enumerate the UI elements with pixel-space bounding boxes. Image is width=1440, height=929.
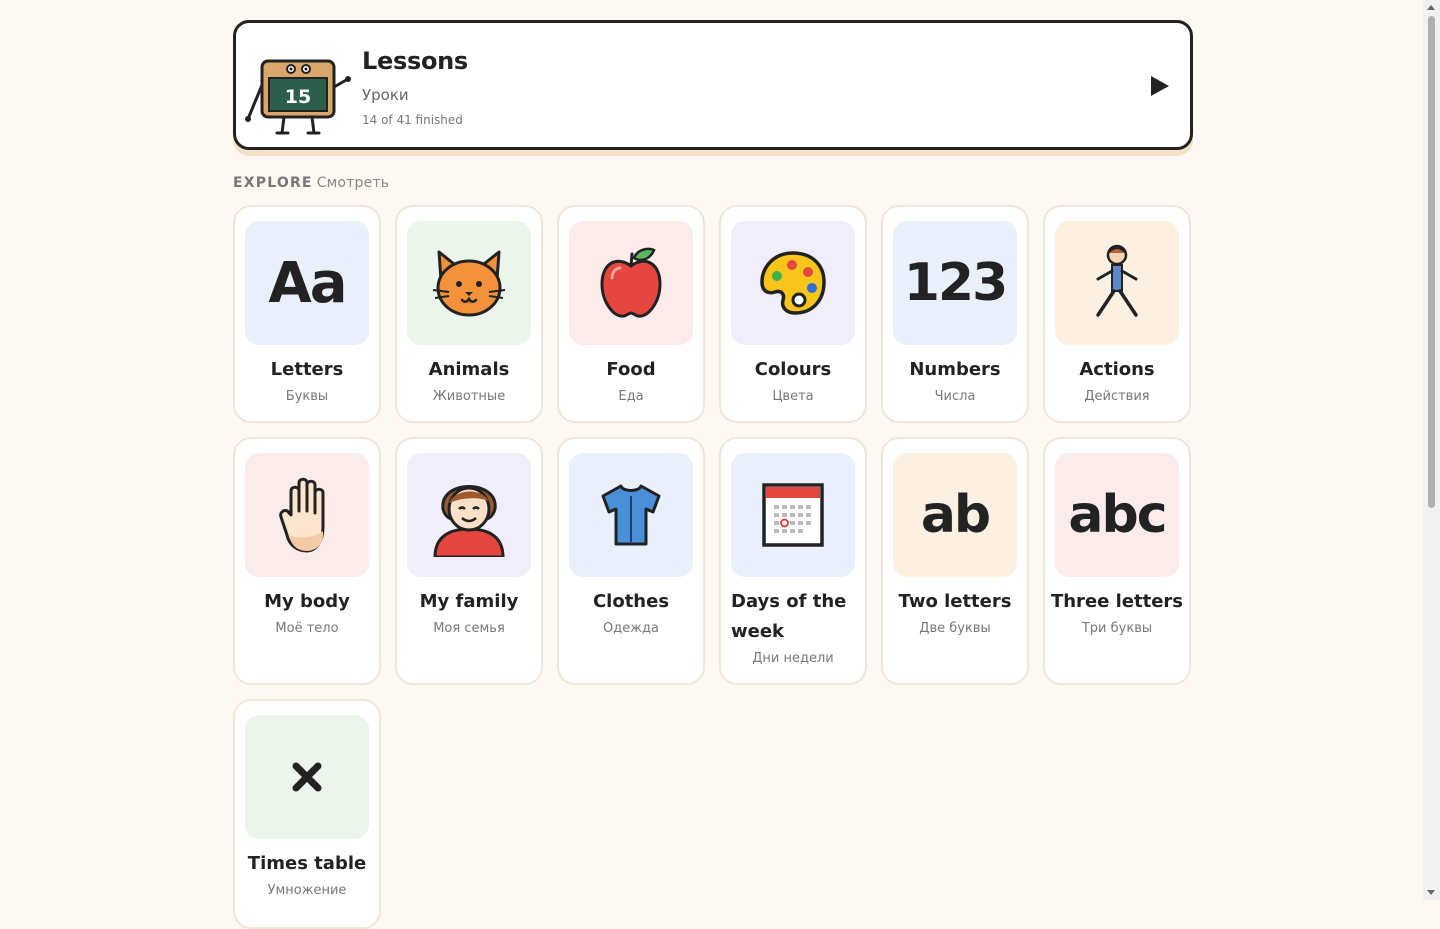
card-subtitle: Три буквы [1081, 621, 1153, 636]
category-card-two-letters[interactable]: ab Two letters Две буквы [881, 437, 1029, 685]
card-title: Letters [270, 359, 344, 380]
food-tile [569, 221, 693, 345]
category-card-food[interactable]: Food Еда [557, 205, 705, 423]
apple-icon [600, 247, 662, 318]
card-subtitle: Дни недели [752, 651, 834, 666]
card-title: Animals [428, 359, 510, 380]
my-body-tile [245, 453, 369, 577]
card-title: My body [264, 591, 350, 612]
three-letters-icon: abc [1068, 485, 1167, 545]
lessons-progress: 14 of 41 finished [362, 113, 463, 127]
clothes-tile [569, 453, 693, 577]
two-letters-tile: ab [893, 453, 1017, 577]
palette-icon [760, 251, 826, 315]
multiply-icon [292, 762, 322, 792]
card-subtitle: Животные [432, 389, 506, 404]
letters-tile: Aa [245, 221, 369, 345]
category-card-letters[interactable]: Aa Letters Буквы [233, 205, 381, 423]
card-title: Days of the week [731, 591, 847, 642]
three-letters-tile: abc [1055, 453, 1179, 577]
category-card-days-of-the-week[interactable]: Days of the week Дни недели [719, 437, 867, 685]
numbers-tile: 123 [893, 221, 1017, 345]
category-card-times-table[interactable]: Times table Умножение [233, 699, 381, 929]
card-title: Three letters [1050, 591, 1184, 612]
main-content: 15 Lessons Уроки 14 of 41 finished EXPLO… [233, 20, 1193, 929]
page-scrollbar[interactable] [1423, 0, 1440, 900]
numbers-icon: 123 [903, 253, 1009, 313]
category-card-three-letters[interactable]: abc Three letters Три буквы [1043, 437, 1191, 685]
explore-sublabel: Смотреть [316, 175, 390, 191]
card-subtitle: Еда [618, 389, 644, 404]
category-card-my-body[interactable]: My body Моё тело [233, 437, 381, 685]
explore-label: EXPLORE [233, 175, 313, 191]
card-title: Actions [1079, 359, 1155, 380]
two-letters-icon: ab [920, 485, 991, 545]
hand-icon [279, 477, 325, 553]
play-icon[interactable] [1148, 75, 1170, 97]
person-icon [433, 485, 505, 557]
card-title: My family [419, 591, 519, 612]
stick-figure-icon [1096, 244, 1138, 317]
category-card-actions[interactable]: Actions Действия [1043, 205, 1191, 423]
colours-tile [731, 221, 855, 345]
card-subtitle: Буквы [285, 389, 329, 404]
card-subtitle: Действия [1084, 389, 1150, 404]
lessons-title: Lessons [362, 47, 468, 75]
scroll-up-icon[interactable] [1427, 5, 1435, 10]
days-tile [731, 453, 855, 577]
category-card-numbers[interactable]: 123 Numbers Числа [881, 205, 1029, 423]
card-subtitle: Моя семья [433, 621, 505, 636]
card-title: Food [606, 359, 656, 380]
card-subtitle: Две буквы [919, 621, 991, 636]
card-title: Numbers [909, 359, 1001, 380]
card-subtitle: Числа [934, 389, 976, 404]
card-title: Colours [754, 359, 832, 380]
card-subtitle: Одежда [603, 621, 659, 636]
category-card-clothes[interactable]: Clothes Одежда [557, 437, 705, 685]
explore-heading: EXPLORE Смотреть [233, 175, 389, 191]
card-title: Two letters [898, 591, 1012, 612]
calendar-icon [762, 483, 824, 547]
chalkboard-mascot-icon: 15 [245, 59, 351, 135]
scroll-down-icon[interactable] [1427, 890, 1435, 895]
category-card-colours[interactable]: Colours Цвета [719, 205, 867, 423]
card-subtitle: Моё тело [275, 621, 339, 636]
lessons-subtitle: Уроки [362, 86, 409, 104]
category-card-animals[interactable]: Animals Животные [395, 205, 543, 423]
category-card-my-family[interactable]: My family Моя семья [395, 437, 543, 685]
card-title: Times table [247, 853, 367, 874]
letters-icon: Aa [268, 250, 347, 316]
scroll-thumb[interactable] [1428, 16, 1435, 508]
card-title: Clothes [592, 591, 670, 612]
shirt-icon [601, 484, 661, 546]
lessons-icon-number: 15 [285, 86, 311, 108]
card-subtitle: Умножение [267, 883, 347, 898]
actions-tile [1055, 221, 1179, 345]
card-subtitle: Цвета [772, 389, 814, 404]
times-table-tile [245, 715, 369, 839]
lessons-card[interactable]: 15 Lessons Уроки 14 of 41 finished [233, 20, 1193, 150]
animals-tile [407, 221, 531, 345]
cat-icon [432, 250, 506, 317]
my-family-tile [407, 453, 531, 577]
